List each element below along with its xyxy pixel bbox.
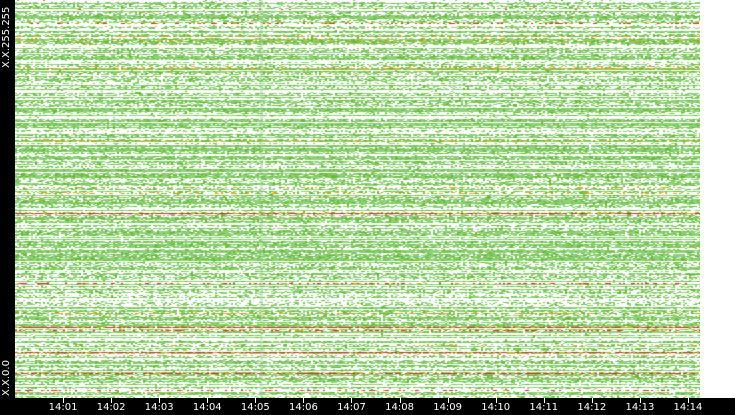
x-tick-label: 14:05 <box>240 402 270 413</box>
x-tick-label: 14:03 <box>144 402 174 413</box>
x-tick-label: 14:07 <box>337 402 366 413</box>
heatmap-plot <box>15 0 700 398</box>
x-tick-label: 14:14 <box>673 402 703 413</box>
x-tick-label: 14:13 <box>625 402 655 413</box>
y-axis: X.X.255.255 X.X.0.0 <box>0 0 15 415</box>
x-tick-label: 14:02 <box>96 402 126 413</box>
y-label-top: X.X.255.255 <box>1 6 12 68</box>
x-tick-label: 14:06 <box>288 402 318 413</box>
x-tick-label: 14:10 <box>481 402 511 413</box>
y-label-bottom: X.X.0.0 <box>1 360 12 396</box>
x-tick-label: 14:04 <box>192 402 222 413</box>
x-tick-label: 14:09 <box>433 402 463 413</box>
x-tick-label: 14:11 <box>529 402 559 413</box>
x-tick-label: 14:01 <box>48 402 78 413</box>
chart-root: X.X.255.255 X.X.0.0 14:01 14:02 14:03 14:04… <box>0 0 735 415</box>
x-tick-label: 14:12 <box>577 402 607 413</box>
x-tick-label: 14:08 <box>385 402 414 413</box>
